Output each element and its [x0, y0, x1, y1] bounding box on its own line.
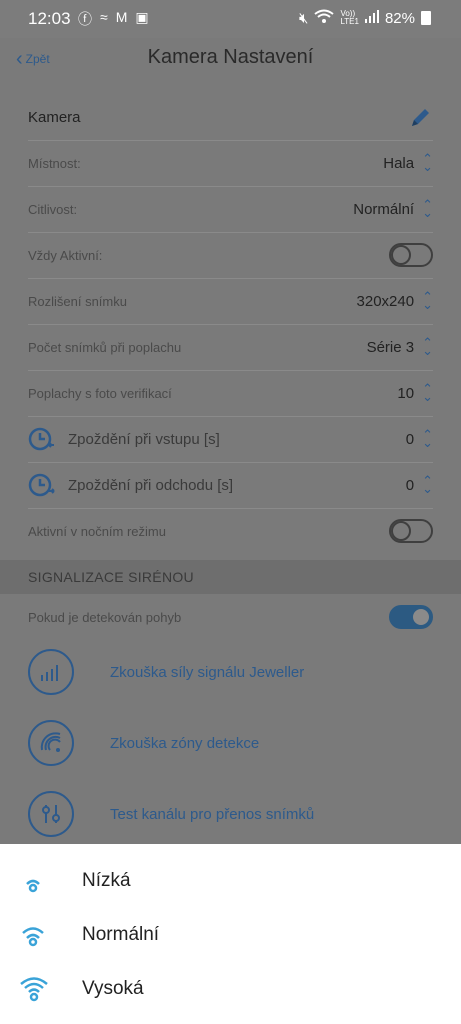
motion-siren-label: Pokud je detekován pohyb	[28, 609, 182, 625]
wave-icon: ≈	[100, 9, 108, 25]
system-icons: 🔇︎ Vo)) LTE1 82%	[299, 9, 431, 27]
resolution-value: 320x240	[356, 292, 415, 310]
photo-verified-alarms-label: Poplachy s foto verifikací	[28, 385, 172, 401]
entry-delay-value: 0	[405, 430, 415, 448]
image-icon: ▣	[135, 9, 149, 25]
photos-per-alarm-row[interactable]: Počet snímků při poplachu Série 3 ⌃ ⌄	[28, 324, 433, 371]
always-active-row: Vždy Aktivní:	[28, 232, 433, 279]
room-row[interactable]: Místnost: Hala ⌃ ⌄	[28, 140, 433, 187]
status-bar: 12:03 ⓕ ≈ M ▣ 🔇︎ Vo)) LTE1 82%	[0, 0, 461, 38]
sensitivity-high-icon	[20, 977, 48, 1002]
exit-delay-row[interactable]: Zpoždění při odchodu [s] 0 ⌃ ⌄	[28, 462, 433, 509]
page-title: Kamera Nastavení	[147, 46, 314, 68]
sensitivity-normal-icon	[22, 927, 44, 947]
siren-section-title: SIGNALIZACE SIRÉNOU	[28, 569, 194, 585]
exit-delay-label: Zpoždění při odchodu [s]	[68, 476, 234, 494]
signal-strength-test-label: Zkouška síly signálu Jeweller	[110, 663, 305, 681]
signal-strength-test[interactable]: Zkouška síly signálu Jeweller	[28, 637, 433, 707]
motion-siren-toggle[interactable]	[389, 605, 433, 629]
sensitivity-value: Normální	[353, 200, 415, 218]
entry-delay-clock-icon	[28, 427, 54, 451]
detection-zone-test-label: Zkouška zóny detekce	[110, 734, 260, 752]
sensitivity-row[interactable]: Citlivost: Normální ⌃ ⌄	[28, 186, 433, 233]
device-name: Kamera	[28, 108, 81, 126]
option-low[interactable]: Nízká	[0, 854, 461, 908]
motion-siren-row: Pokud je detekován pohyb	[28, 594, 433, 640]
mute-icon: 🔇︎	[298, 9, 309, 27]
photo-channel-test[interactable]: Test kanálu pro přenos snímků	[28, 779, 433, 849]
entry-delay-row[interactable]: Zpoždění při vstupu [s] 0 ⌃ ⌄	[28, 416, 433, 463]
gmail-icon: M	[115, 9, 128, 25]
night-mode-label: Aktivní v nočním režimu	[28, 523, 166, 539]
battery-icon	[421, 11, 431, 25]
photo-verified-alarms-value: 10	[397, 384, 415, 402]
option-high-label: Vysoká	[82, 978, 144, 999]
signal-bars-icon	[28, 649, 74, 695]
wifi-icon	[314, 9, 335, 27]
sliders-icon	[28, 791, 74, 837]
resolution-label: Rozlišení snímku	[28, 293, 127, 309]
photo-channel-test-label: Test kanálu pro přenos snímků	[110, 805, 315, 823]
updown-icon: ⌃ ⌄	[422, 197, 433, 220]
photo-verified-alarms-row[interactable]: Poplachy s foto verifikací 10 ⌃ ⌄	[28, 370, 433, 417]
signal-icon	[364, 9, 379, 27]
battery-percent: 82%	[384, 9, 415, 27]
device-name-row[interactable]: Kamera	[28, 94, 433, 141]
option-low-label: Nízká	[82, 870, 131, 891]
detection-zone-icon	[28, 720, 74, 766]
night-mode-toggle[interactable]	[389, 519, 433, 543]
room-value: Hala	[383, 154, 415, 172]
always-active-toggle[interactable]	[389, 243, 433, 267]
photos-per-alarm-label: Počet snímků při poplachu	[28, 339, 182, 355]
sensitivity-label: Citlivost:	[28, 201, 78, 217]
status-time: 12:03	[28, 9, 71, 28]
detection-zone-test[interactable]: Zkouška zóny detekce	[28, 708, 433, 778]
always-active-label: Vždy Aktivní:	[28, 247, 103, 263]
photos-per-alarm-value: Série 3	[366, 338, 415, 356]
updown-icon: ⌃ ⌄	[422, 427, 433, 450]
exit-delay-clock-icon	[28, 473, 55, 497]
resolution-row[interactable]: Rozlišení snímku 320x240 ⌃ ⌄	[28, 278, 433, 325]
sensitivity-low-icon	[26, 879, 40, 893]
entry-delay-label: Zpoždění při vstupu [s]	[68, 430, 220, 448]
exit-delay-value: 0	[405, 476, 415, 494]
settings-list: Kamera Místnost: Hala ⌃ ⌄ Citlivost: Normá…	[0, 94, 461, 844]
edit-pencil-icon[interactable]	[409, 105, 433, 129]
facebook-icon: ⓕ	[78, 11, 92, 27]
app-header: ‹ Zpět Kamera Nastavení	[0, 38, 461, 94]
sensitivity-bottom-sheet: Nízká Normální Vysoká	[0, 844, 461, 1024]
option-normal-label: Normální	[82, 924, 160, 945]
volte-icon: Vo)) LTE1	[340, 9, 359, 26]
updown-icon: ⌃ ⌄	[422, 335, 433, 358]
siren-section-header: SIGNALIZACE SIRÉNOU	[0, 560, 461, 594]
room-label: Místnost:	[28, 155, 81, 171]
updown-icon: ⌃ ⌄	[422, 151, 433, 174]
option-high[interactable]: Vysoká	[0, 962, 461, 1016]
night-mode-row: Aktivní v nočním režimu	[28, 508, 433, 554]
updown-icon: ⌃ ⌄	[422, 473, 433, 496]
option-normal[interactable]: Normální	[0, 908, 461, 962]
updown-icon: ⌃ ⌄	[422, 381, 433, 404]
updown-icon: ⌃ ⌄	[422, 289, 433, 312]
notification-icons: ⓕ ≈ M ▣	[78, 9, 149, 29]
